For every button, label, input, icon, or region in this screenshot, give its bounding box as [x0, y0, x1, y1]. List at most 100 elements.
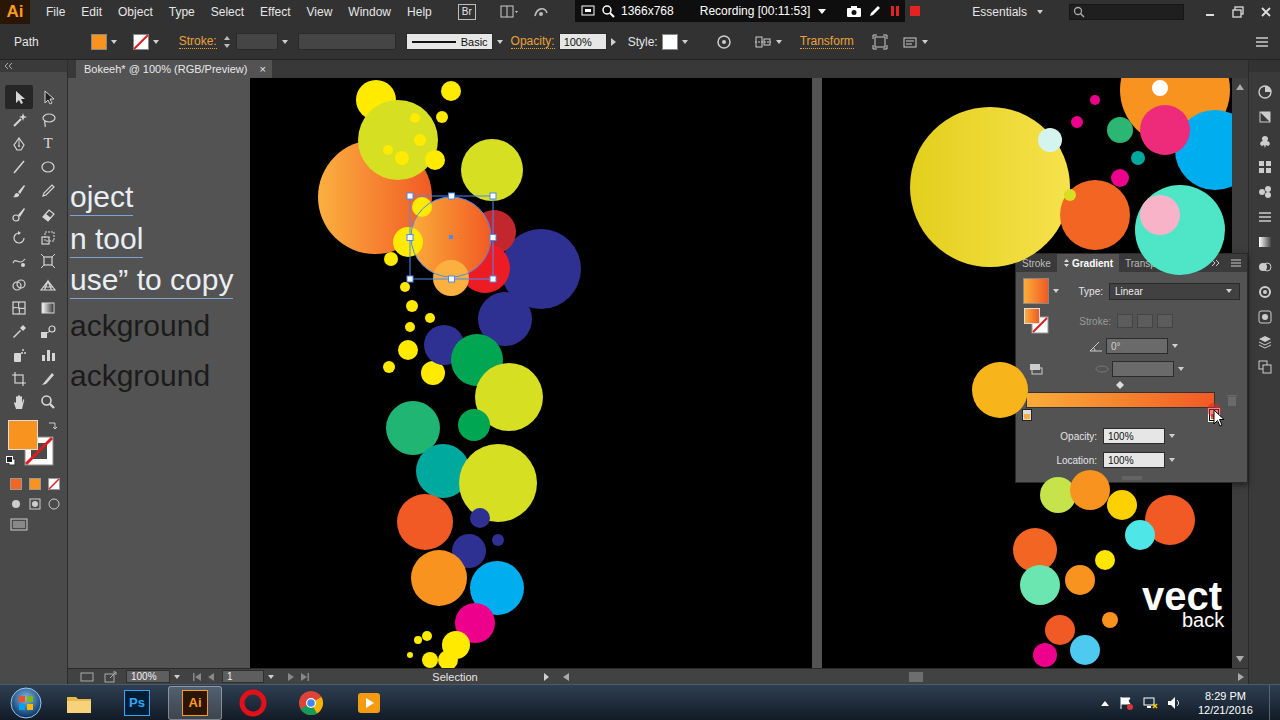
gradient-icon[interactable] — [1257, 234, 1273, 250]
camera-icon[interactable] — [846, 4, 862, 18]
delete-stop-icon[interactable] — [1227, 394, 1237, 406]
start-button[interactable] — [0, 687, 52, 719]
pen-icon[interactable] — [11, 136, 27, 152]
lasso-icon[interactable] — [40, 112, 56, 128]
current-tool-display[interactable]: Selection — [370, 671, 540, 683]
free-icon[interactable] — [40, 253, 56, 269]
type-tool[interactable]: T — [34, 132, 62, 156]
brush-name[interactable]: Basic — [461, 36, 488, 48]
dropdown-caret-icon[interactable] — [1037, 10, 1043, 14]
dropdown-icon[interactable] — [816, 5, 828, 17]
line-icon[interactable] — [11, 159, 27, 175]
hand-icon[interactable] — [11, 394, 27, 410]
stroke-gradient-along-button[interactable] — [1137, 314, 1153, 328]
clock-date[interactable]: 12/21/2016 — [1198, 703, 1253, 717]
direct-tool[interactable] — [34, 85, 62, 109]
horizontal-scrollbar[interactable] — [563, 670, 1248, 684]
panel-tab-label[interactable]: Gradient — [1072, 258, 1113, 269]
dropdown-caret-icon[interactable] — [1178, 367, 1184, 371]
mini-fill-swatch[interactable] — [1024, 308, 1040, 324]
symbol-icon[interactable] — [11, 347, 27, 363]
warp-icon[interactable] — [11, 253, 27, 269]
canvas-note-text[interactable]: use” to copy — [70, 262, 233, 299]
pencil-tool[interactable] — [34, 179, 62, 203]
gpu-performance-icon[interactable] — [532, 3, 550, 21]
graphic-styles-icon[interactable] — [1257, 309, 1273, 325]
gradient-type-value[interactable]: Linear — [1115, 286, 1143, 297]
screen-resize-icon[interactable] — [581, 4, 595, 18]
brush-icon[interactable] — [11, 183, 27, 199]
scroll-down-icon[interactable] — [1236, 656, 1244, 662]
photoshop-app-icon[interactable]: Ps — [124, 690, 150, 716]
scroll-thumb[interactable] — [909, 672, 923, 682]
current-tool-label[interactable]: Selection — [432, 671, 477, 683]
pen-tool[interactable] — [5, 132, 33, 156]
recolor-artwork-icon[interactable] — [716, 34, 732, 50]
panel-tab[interactable]: Gradient — [1057, 254, 1119, 272]
search-field[interactable] — [1069, 4, 1184, 20]
eraser-tool[interactable] — [34, 203, 62, 227]
menu-item[interactable]: Edit — [73, 0, 110, 24]
brush-tool[interactable] — [5, 179, 33, 203]
menu-item[interactable]: Window — [340, 0, 399, 24]
stepper-icon[interactable] — [223, 34, 231, 50]
none-mode-icon[interactable] — [48, 478, 60, 490]
direct-icon[interactable] — [40, 89, 56, 105]
dropdown-caret-icon[interactable] — [174, 675, 180, 679]
pause-icon[interactable] — [888, 4, 902, 18]
network-icon[interactable] — [1142, 695, 1158, 711]
canvas-note-text[interactable]: n tool — [70, 221, 143, 258]
menu-item[interactable]: Effect — [252, 0, 298, 24]
canvas-note-text[interactable]: ackground — [70, 358, 210, 394]
dropdown-caret-icon[interactable] — [1169, 434, 1175, 438]
slice-tool[interactable] — [34, 367, 62, 391]
close-button[interactable] — [1252, 0, 1280, 24]
panel-menu-icon[interactable] — [1231, 259, 1241, 267]
color-mode-icon[interactable] — [10, 478, 22, 490]
dropdown-caret-icon[interactable] — [1226, 289, 1232, 293]
graph-tool[interactable] — [34, 344, 62, 368]
reference-image[interactable]: vectback — [822, 78, 1232, 668]
menu-item[interactable]: Object — [110, 0, 161, 24]
menu-item[interactable]: Help — [399, 0, 440, 24]
stop-opacity-value[interactable]: 100% — [1108, 431, 1134, 442]
first-artboard-icon[interactable] — [192, 672, 202, 682]
stop-opacity-field[interactable]: 100% — [1103, 428, 1165, 444]
gradient-tool[interactable] — [34, 297, 62, 321]
artboard-number[interactable]: 1 — [227, 671, 233, 682]
artboards-icon[interactable] — [1257, 359, 1273, 375]
color-guide-icon[interactable] — [1257, 109, 1273, 125]
show-hidden-icons-icon[interactable] — [1100, 699, 1110, 707]
document-title[interactable]: Bokeeh* @ 100% (RGB/Preview) — [84, 63, 247, 75]
rotate-icon[interactable] — [11, 230, 27, 246]
chrome-icon[interactable] — [297, 689, 325, 717]
canvas-artwork[interactable] — [68, 78, 1232, 668]
eyedropper-tool[interactable] — [5, 320, 33, 344]
blend-icon[interactable] — [40, 324, 56, 340]
appearance-icon[interactable] — [1257, 284, 1273, 300]
expand-arrow-icon[interactable] — [611, 38, 616, 46]
options-icon[interactable] — [902, 34, 918, 50]
volume-icon[interactable] — [1166, 695, 1182, 711]
style-swatch[interactable] — [662, 34, 678, 50]
artboard-field[interactable]: 1 — [222, 670, 264, 683]
dropdown-caret-icon[interactable] — [268, 675, 274, 679]
illustrator-app-icon[interactable]: Ai — [182, 690, 208, 716]
mesh-tool[interactable] — [5, 297, 33, 321]
selection-tool[interactable] — [5, 85, 33, 109]
previous-artboard-icon[interactable] — [206, 672, 216, 682]
magic-icon[interactable] — [11, 112, 27, 128]
pencil-icon[interactable] — [40, 183, 56, 199]
screen-mode-icon[interactable] — [10, 518, 28, 532]
eyedropper-icon[interactable] — [11, 324, 27, 340]
align-icon[interactable] — [754, 34, 772, 50]
bridge-button[interactable]: Br — [458, 4, 476, 20]
zoom-icon[interactable] — [601, 4, 615, 18]
media-icon[interactable] — [355, 689, 383, 717]
dropdown-caret-icon[interactable] — [282, 40, 288, 44]
chrome-taskbar-button[interactable] — [284, 686, 338, 720]
type-tool-glyph[interactable]: T — [43, 135, 52, 152]
stroke-icon[interactable] — [1257, 209, 1273, 225]
draw-normal-icon[interactable] — [10, 498, 22, 510]
shapebuilder-tool[interactable] — [5, 273, 33, 297]
